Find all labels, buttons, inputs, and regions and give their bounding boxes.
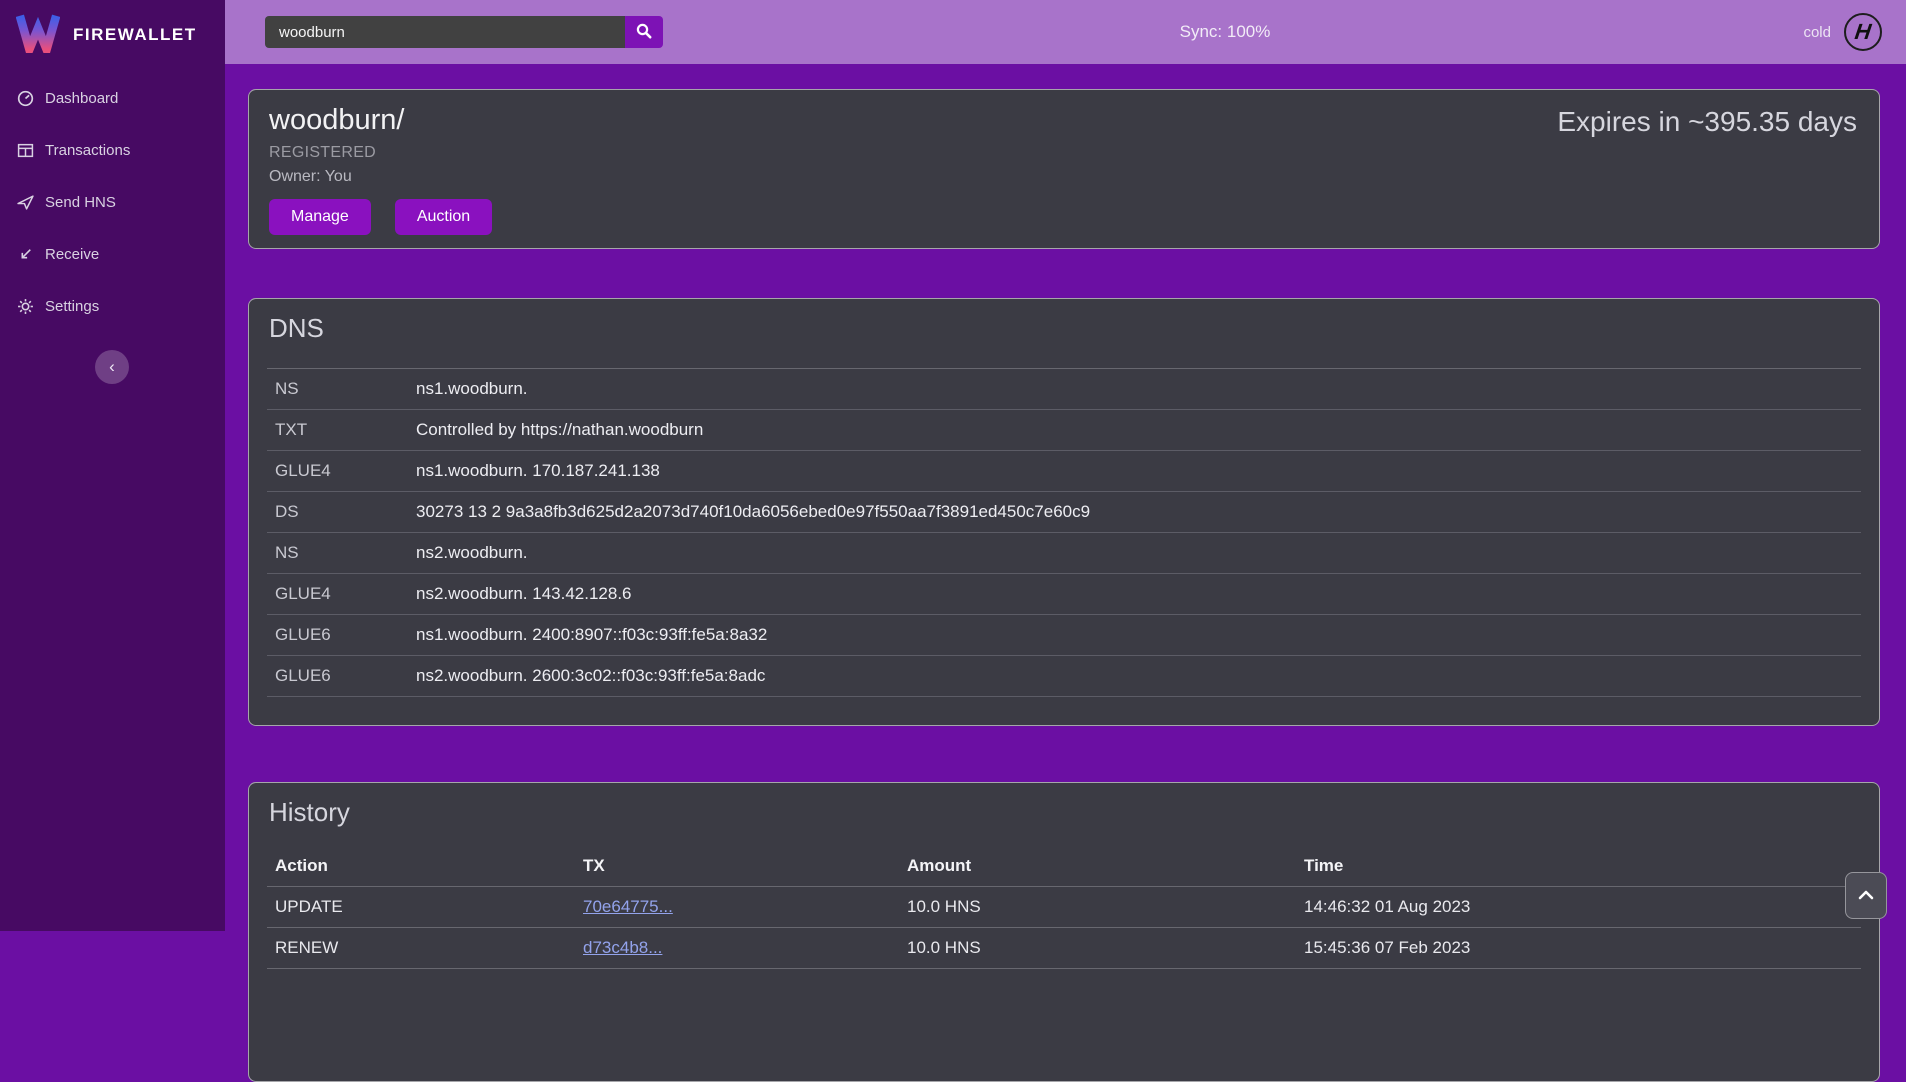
app-logo[interactable]: FIREWALLET [0, 0, 225, 58]
sidebar-collapse-button[interactable]: ‹ [95, 350, 129, 384]
domain-expiry: Expires in ~395.35 days [1557, 106, 1857, 138]
dns-record-value: ns1.woodburn. 2400:8907::f03c:93ff:fe5a:… [416, 625, 1861, 645]
history-card: History ActionTXAmountTime UPDATE 70e647… [248, 782, 1880, 1082]
settings-icon [17, 298, 34, 315]
tx-link[interactable]: d73c4b8... [583, 938, 662, 957]
sidebar-item-label: Send HNS [45, 194, 116, 211]
dns-record-row: GLUE6 ns1.woodburn. 2400:8907::f03c:93ff… [267, 615, 1861, 656]
dns-record-row: GLUE6 ns2.woodburn. 2600:3c02::f03c:93ff… [267, 656, 1861, 697]
dns-record-type: NS [275, 379, 416, 399]
sidebar-item-label: Settings [45, 298, 99, 315]
dns-record-value: ns2.woodburn. 143.42.128.6 [416, 584, 1861, 604]
sidebar-item-label: Receive [45, 246, 99, 263]
history-column-header: TX [583, 856, 907, 876]
tx-link[interactable]: 70e64775... [583, 897, 673, 916]
manage-button[interactable]: Manage [269, 199, 371, 235]
history-section-title: History [249, 797, 1879, 828]
sidebar-item-label: Transactions [45, 142, 130, 159]
dns-record-value: ns1.woodburn. [416, 379, 1861, 399]
auction-button[interactable]: Auction [395, 199, 492, 235]
history-amount: 10.0 HNS [907, 897, 1304, 917]
dns-record-type: GLUE4 [275, 584, 416, 604]
dns-record-value: ns2.woodburn. [416, 543, 1861, 563]
sidebar-item-settings[interactable]: Settings [0, 280, 225, 332]
history-row: RENEW d73c4b8... 10.0 HNS 15:45:36 07 Fe… [267, 928, 1861, 969]
chevron-up-icon [1858, 887, 1874, 905]
dns-record-type: DS [275, 502, 416, 522]
receive-icon [17, 246, 34, 263]
main-content: woodburn/ REGISTERED Owner: You Manage A… [225, 64, 1906, 1082]
dns-record-type: NS [275, 543, 416, 563]
history-table: ActionTXAmountTime UPDATE 70e64775... 10… [267, 846, 1861, 969]
history-column-header: Action [275, 856, 583, 876]
chevron-left-icon: ‹ [109, 357, 115, 377]
dns-record-value: ns1.woodburn. 170.187.241.138 [416, 461, 1861, 481]
search-input[interactable] [265, 16, 625, 48]
firewallet-logo-icon [16, 13, 60, 58]
dns-record-value: 30273 13 2 9a3a8fb3d625d2a2073d740f10da6… [416, 502, 1861, 522]
dns-card: DNS NS ns1.woodburn. TXT Controlled by h… [248, 298, 1880, 726]
dns-record-row: GLUE4 ns2.woodburn. 143.42.128.6 [267, 574, 1861, 615]
dns-record-row: NS ns1.woodburn. [267, 369, 1861, 410]
history-time: 14:46:32 01 Aug 2023 [1304, 897, 1861, 917]
dns-record-value: Controlled by https://nathan.woodburn [416, 420, 1861, 440]
domain-status: REGISTERED [269, 144, 1859, 162]
domain-actions: Manage Auction [269, 199, 1859, 235]
sidebar: FIREWALLET Dashboard Transactions Send H… [0, 0, 225, 931]
history-column-header: Amount [907, 856, 1304, 876]
sync-status: Sync: 100% [1180, 22, 1271, 42]
dns-table: NS ns1.woodburn. TXT Controlled by https… [267, 368, 1861, 697]
sidebar-item-send-hns[interactable]: Send HNS [0, 176, 225, 228]
dashboard-icon [17, 90, 34, 107]
sidebar-item-dashboard[interactable]: Dashboard [0, 72, 225, 124]
sidebar-item-label: Dashboard [45, 90, 118, 107]
history-column-header: Time [1304, 856, 1861, 876]
sidebar-nav: Dashboard Transactions Send HNS Receive [0, 72, 225, 332]
dns-record-row: DS 30273 13 2 9a3a8fb3d625d2a2073d740f10… [267, 492, 1861, 533]
transactions-icon [17, 142, 34, 159]
history-amount: 10.0 HNS [907, 938, 1304, 958]
dns-record-type: GLUE6 [275, 625, 416, 645]
wallet-name: cold [1803, 24, 1831, 41]
dns-record-value: ns2.woodburn. 2600:3c02::f03c:93ff:fe5a:… [416, 666, 1861, 686]
sidebar-item-receive[interactable]: Receive [0, 228, 225, 280]
dns-record-type: GLUE4 [275, 461, 416, 481]
domain-owner: Owner: You [269, 168, 1859, 186]
dns-record-row: TXT Controlled by https://nathan.woodbur… [267, 410, 1861, 451]
send-icon [17, 194, 34, 211]
handshake-logo-icon: H [1844, 13, 1882, 51]
dns-record-row: NS ns2.woodburn. [267, 533, 1861, 574]
dns-section-title: DNS [249, 313, 1879, 344]
dns-record-type: TXT [275, 420, 416, 440]
sidebar-item-transactions[interactable]: Transactions [0, 124, 225, 176]
search-button[interactable] [625, 16, 663, 48]
history-row: UPDATE 70e64775... 10.0 HNS 14:46:32 01 … [267, 887, 1861, 928]
topbar: Sync: 100% cold H [225, 0, 1906, 64]
history-action: RENEW [275, 938, 583, 958]
history-time: 15:45:36 07 Feb 2023 [1304, 938, 1861, 958]
dns-record-type: GLUE6 [275, 666, 416, 686]
domain-card: woodburn/ REGISTERED Owner: You Manage A… [248, 89, 1880, 249]
history-header-row: ActionTXAmountTime [267, 846, 1861, 887]
app-title: FIREWALLET [73, 25, 197, 45]
scroll-to-top-button[interactable] [1845, 872, 1887, 919]
wallet-selector[interactable]: cold H [1803, 13, 1906, 51]
history-action: UPDATE [275, 897, 583, 917]
dns-record-row: GLUE4 ns1.woodburn. 170.187.241.138 [267, 451, 1861, 492]
search-icon [635, 22, 653, 43]
history-body: UPDATE 70e64775... 10.0 HNS 14:46:32 01 … [267, 887, 1861, 969]
search-group [265, 16, 663, 48]
